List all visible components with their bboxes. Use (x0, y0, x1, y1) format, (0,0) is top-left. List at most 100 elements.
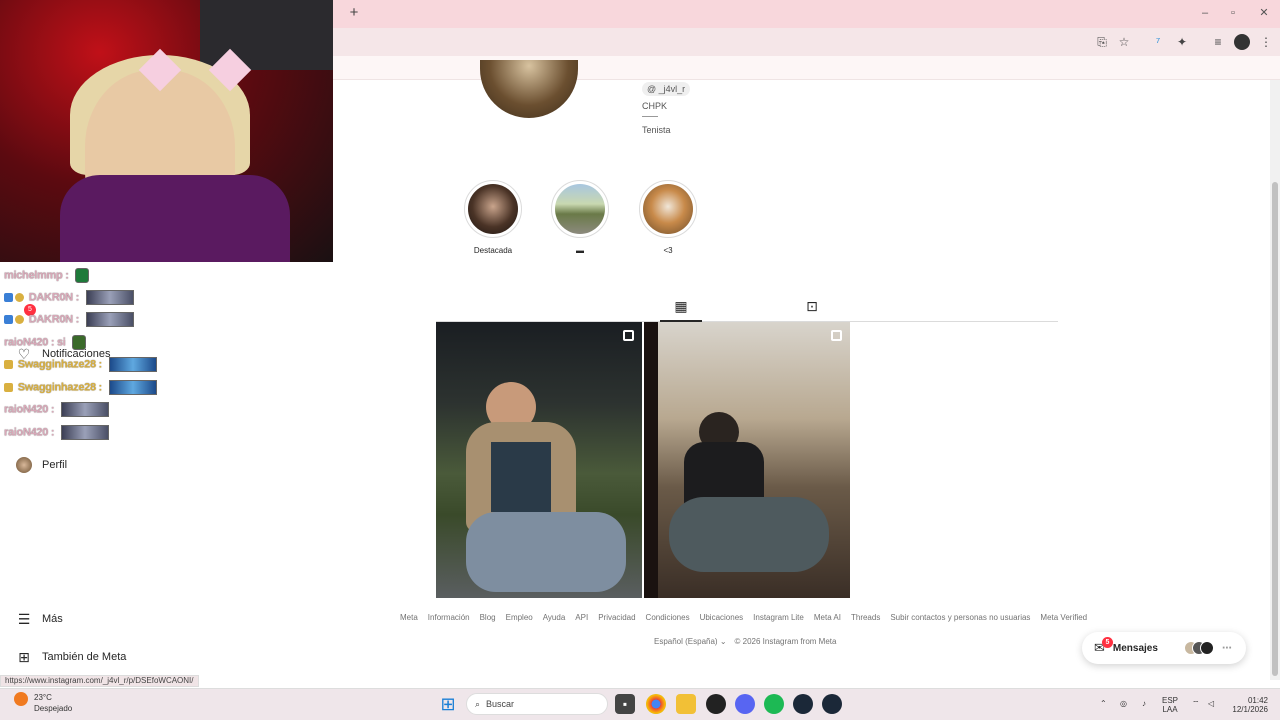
streamer-webcam (0, 0, 333, 262)
footer-meta-row: Español (España) ⌄ © 2026 Instagram from… (654, 637, 836, 646)
chat-username: DAKR0N (28, 313, 73, 326)
badge-icon (15, 315, 24, 324)
language-label: Español (España) (654, 637, 718, 646)
footer-link[interactable]: Meta AI (814, 613, 841, 622)
chat-text: : (48, 403, 55, 416)
microphone-icon[interactable]: ♪ (1142, 699, 1146, 708)
footer-link[interactable]: Blog (480, 613, 496, 622)
footer-link[interactable]: Instagram Lite (753, 613, 804, 622)
wifi-icon[interactable]: ⌔ (1192, 699, 1200, 708)
messages-button[interactable]: ✉ 5 Mensajes ⋯ (1082, 632, 1246, 664)
bookmark-star-icon[interactable]: ☆ (1116, 34, 1132, 50)
footer-link[interactable]: Ayuda (543, 613, 566, 622)
task-view-icon[interactable]: ▪ (615, 694, 635, 714)
search-icon: ⌕ (475, 698, 481, 709)
profile-avatar-icon[interactable] (1234, 34, 1250, 50)
tray-app-icon[interactable]: ◎ (1120, 699, 1127, 708)
clock-time: 01:42 (1247, 696, 1268, 705)
new-tab-button[interactable]: + (346, 5, 362, 21)
chat-text: : (48, 426, 55, 439)
highlight-story[interactable] (551, 180, 609, 238)
scrollbar-thumb[interactable] (1272, 182, 1278, 676)
messages-badge: 5 (1102, 637, 1113, 648)
chat-message: michelmmp : (4, 268, 90, 286)
close-window-button[interactable]: ✕ (1257, 6, 1271, 20)
spotify-icon[interactable] (764, 694, 784, 714)
highlight-label: Destacada (473, 246, 513, 255)
discord-icon[interactable] (735, 694, 755, 714)
chrome-icon[interactable] (646, 694, 666, 714)
footer-link[interactable]: Condiciones (646, 613, 690, 622)
extension-translate-icon[interactable]: ⁷ (1150, 34, 1166, 50)
language-select[interactable]: Español (España) ⌄ (654, 637, 727, 646)
highlight-story[interactable] (464, 180, 522, 238)
maximize-button[interactable]: ▫ (1226, 6, 1240, 20)
bio-line: Tenista (642, 125, 671, 135)
chat-text: : (72, 291, 80, 304)
clock-date: 12/1/2026 (1232, 705, 1268, 714)
steam-icon[interactable] (793, 694, 813, 714)
emote-image (108, 380, 157, 395)
weather-temp[interactable]: 23°C (34, 693, 52, 702)
threads-icon: @ (647, 84, 657, 94)
tagged-tab[interactable]: ⊡ (804, 298, 820, 314)
steam-icon[interactable] (822, 694, 842, 714)
multiple-photos-icon (623, 330, 634, 341)
file-explorer-icon[interactable] (676, 694, 696, 714)
weather-desc[interactable]: Despejado (34, 704, 72, 713)
emote-image (108, 357, 157, 372)
sidebar-item-label: También de Meta (42, 651, 127, 663)
footer-link[interactable]: Meta Verified (1040, 613, 1087, 622)
badge-icon (4, 315, 13, 324)
chat-username: raioN420 (4, 336, 49, 349)
volume-icon[interactable]: ◁ (1208, 699, 1214, 708)
link-status-url: https://www.instagram.com/_j4vl_r/p/DSEf… (0, 675, 199, 687)
posts-grid-tab[interactable]: ▦ (673, 298, 689, 314)
sidebar-item-more[interactable]: ☰ Más (16, 607, 63, 631)
emote-image (85, 290, 134, 305)
language-code: ESP (1162, 696, 1179, 705)
emote-image (75, 268, 90, 283)
chat-message: raioN420 : (4, 425, 109, 443)
weather-icon[interactable] (14, 692, 28, 706)
app-icon[interactable] (706, 694, 726, 714)
emote-image (60, 402, 109, 417)
media-control-icon[interactable]: ≡ (1210, 34, 1226, 50)
extensions-puzzle-icon[interactable]: ✦ (1174, 34, 1190, 50)
chat-username: Swagginhaze28 (17, 358, 96, 371)
windows-start-icon[interactable]: ⊞ (438, 694, 458, 714)
bio-line: CHPK (642, 101, 668, 111)
grid-icon: ▦ (674, 298, 688, 314)
footer-link[interactable]: Meta (400, 613, 418, 622)
sidebar-item-label: Más (42, 613, 63, 625)
taskbar-search[interactable]: ⌕ Buscar (466, 693, 608, 715)
sidebar-item-profile[interactable]: Perfil (16, 453, 67, 477)
threads-badge[interactable]: @ _j4vl_r (642, 82, 691, 96)
footer-link[interactable]: API (575, 613, 588, 622)
footer-link[interactable]: Ubicaciones (700, 613, 744, 622)
tagged-user-icon: ⊡ (806, 298, 818, 314)
clock[interactable]: 01:42 12/1/2026 (1224, 696, 1268, 714)
highlight-label: ▬ (576, 246, 584, 255)
language-indicator[interactable]: ESP LAA (1162, 696, 1178, 714)
post-thumbnail[interactable] (436, 322, 642, 598)
footer-link[interactable]: Empleo (506, 613, 533, 622)
profile-picture[interactable] (480, 60, 578, 118)
badge-icon (15, 293, 24, 302)
footer-link[interactable]: Threads (851, 613, 880, 622)
highlight-story[interactable] (639, 180, 697, 238)
footer-link[interactable]: Información (428, 613, 470, 622)
windows-taskbar (0, 688, 1280, 720)
more-dots-icon: ⋯ (1221, 642, 1232, 654)
sidebar-item-also-from-meta[interactable]: ⊞ También de Meta (16, 645, 126, 669)
chat-message: DAKR0N : (4, 312, 134, 330)
post-thumbnail[interactable] (644, 322, 850, 598)
minimize-button[interactable]: – (1198, 6, 1212, 20)
footer-link[interactable]: Privacidad (598, 613, 635, 622)
hamburger-menu-icon: ☰ (17, 611, 31, 627)
footer-link[interactable]: Subir contactos y personas no usuarias (890, 613, 1030, 622)
install-app-icon[interactable]: ⎘ (1094, 34, 1110, 50)
tray-chevron-icon[interactable]: ⌃ (1100, 699, 1107, 708)
chat-text: : (62, 269, 69, 282)
browser-menu-icon[interactable]: ⋮ (1258, 34, 1274, 50)
